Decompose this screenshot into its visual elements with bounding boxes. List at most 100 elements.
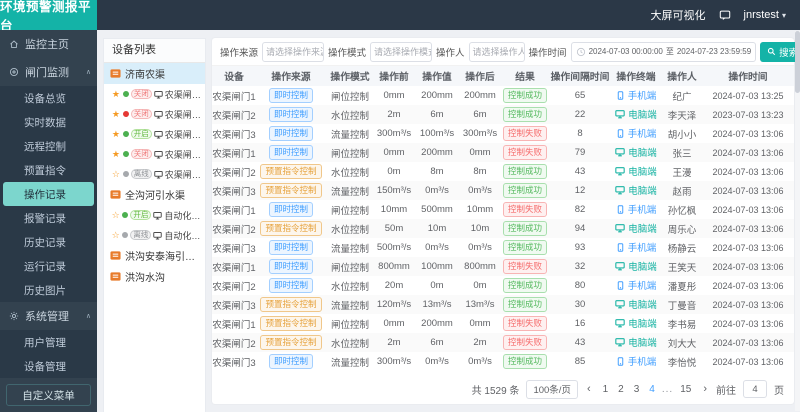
sidebar-submenu-item[interactable]: 历史记录 [0, 230, 97, 254]
pc-icon [615, 147, 625, 157]
device-icon [154, 90, 163, 99]
time-end-value[interactable]: 2024-07-23 23:59:59 [677, 47, 751, 56]
result-badge: 控制成功 [502, 297, 547, 312]
cell-terminal: 电脑端 [610, 297, 662, 312]
cell-operator: 丁曼音 [667, 300, 697, 312]
table-row: 农渠闸门3 预置指令控制 流量控制 150m³/s 0m³/s 0m³/s 控制… [212, 181, 794, 200]
terminal-indicator: 手机端 [616, 240, 656, 254]
sidebar-item-home[interactable]: 监控主页 [0, 30, 97, 58]
tree-device-row[interactable]: ☆ 开启 自动化闸... [104, 205, 205, 225]
cell-mode: 闸位控制 [330, 262, 369, 274]
page-button-3[interactable]: 3 [631, 384, 643, 395]
phone-icon [616, 91, 625, 100]
page-button-1[interactable]: 1 [600, 384, 612, 395]
tree-device-row[interactable]: ★ 关闭 农渠闸门4 [104, 144, 205, 164]
sidebar-submenu-item[interactable]: 设备管理 [0, 354, 97, 378]
pages-ellipsis[interactable]: ... [662, 384, 673, 395]
column-header: 操作时间 [728, 72, 768, 83]
result-badge: 控制成功 [502, 240, 547, 255]
cell-device: 农渠闸门1 [212, 319, 256, 331]
prev-page-button[interactable]: ‹ [585, 383, 593, 395]
status-dot [122, 151, 129, 157]
table-row: 农渠闸门1 预置指令控制 闸位控制 0mm 200mm 0mm 控制失败 16 … [212, 314, 794, 333]
sidebar-submenu-item[interactable]: 设备总览 [0, 86, 97, 110]
sidebar-submenu-item[interactable]: 操作记录 [3, 182, 94, 206]
message-icon[interactable] [719, 9, 731, 21]
cell-device: 农渠闸门1 [212, 148, 256, 160]
table-row: 农渠闸门3 预置指令控制 流量控制 120m³/s 13m³/s 13m³/s … [212, 295, 794, 314]
submenu-item-label: 实时数据 [24, 116, 66, 129]
favorite-star-icon[interactable]: ☆ [111, 169, 121, 180]
cell-device: 农渠闸门3 [212, 300, 256, 312]
cell-terminal: 电脑端 [610, 221, 662, 236]
device-icon [153, 211, 163, 220]
page-size-select[interactable]: 100条/页 [526, 379, 578, 399]
pc-icon [615, 261, 625, 271]
time-start-value[interactable]: 2024-07-03 00:00:00 [589, 47, 663, 56]
page-button-4[interactable]: 4 [646, 384, 658, 395]
user-menu[interactable]: jnrstest ▾ [744, 9, 786, 21]
tree-device-row[interactable]: ★ 关闭 农渠闸门1 [104, 84, 205, 104]
cell-mode: 流量控制 [330, 357, 369, 369]
cell-source: 即时控制 [256, 259, 326, 274]
window-scrollbar[interactable] [795, 31, 800, 411]
tree-group-row[interactable]: 洪沟安泰海引水渠 [104, 245, 205, 266]
favorite-star-icon[interactable]: ☆ [111, 230, 120, 241]
sidebar-submenu-item[interactable]: 运行记录 [0, 254, 97, 278]
favorite-star-icon[interactable]: ★ [111, 89, 121, 100]
source-select[interactable]: 请选择操作来源 ∨ [262, 41, 325, 62]
tree-group-row[interactable]: 全沟河引水渠 [104, 184, 205, 205]
sidebar-submenu-item[interactable]: 远程控制 [0, 134, 97, 158]
tree-group-row[interactable]: 济南农渠 [104, 63, 205, 84]
big-screen-link[interactable]: 大屏可视化 [651, 7, 706, 23]
menu-item-label: 闸门监测 [25, 67, 69, 79]
favorite-star-icon[interactable]: ★ [111, 129, 121, 140]
pc-icon [615, 185, 625, 195]
gate-state-badge: 离线 [130, 168, 152, 180]
sidebar-item-gear[interactable]: 系统管理 ∧ [0, 302, 97, 330]
page-button-2[interactable]: 2 [615, 384, 627, 395]
cell-after: 0m [473, 280, 487, 291]
tree-group-row[interactable]: 洪沟水沟 [104, 266, 205, 287]
column-header: 操作来源 [271, 72, 311, 83]
page-button-15[interactable]: 15 [677, 384, 694, 395]
phone-icon [616, 357, 625, 366]
cell-value: 100mm [421, 261, 453, 272]
cell-source: 即时控制 [256, 354, 326, 369]
favorite-star-icon[interactable]: ★ [111, 109, 121, 120]
tree-device-row[interactable]: ☆ 离线 农渠闸门5 [104, 164, 205, 184]
cell-mode: 闸位控制 [330, 148, 369, 160]
sidebar-submenu-item[interactable]: 报警记录 [0, 206, 97, 230]
tree-device-row[interactable]: ☆ 离线 自动化闸... [104, 225, 205, 245]
terminal-indicator: 电脑端 [615, 335, 657, 349]
custom-menu-button[interactable]: 自定义菜单 [6, 384, 91, 406]
mode-select[interactable]: 请选择操作模式 ∨ [370, 41, 433, 62]
favorite-star-icon[interactable]: ★ [111, 149, 121, 160]
operator-select[interactable]: 请选择操作人 ∨ [468, 41, 525, 62]
device-icon [154, 130, 163, 139]
favorite-star-icon[interactable]: ☆ [111, 210, 120, 221]
cell-device: 农渠闸门1 [212, 262, 256, 274]
sidebar-submenu-item[interactable]: 实时数据 [0, 110, 97, 134]
scrollbar-thumb[interactable] [795, 31, 800, 93]
terminal-indicator: 电脑端 [615, 164, 657, 178]
device-panel-title: 设备列表 [104, 39, 205, 63]
sidebar-submenu-item[interactable]: 预置指令 [0, 158, 97, 182]
sidebar-submenu-item[interactable]: 历史图片 [0, 278, 97, 302]
sidebar-item-gate[interactable]: 闸门监测 ∧ [0, 58, 97, 86]
terminal-indicator: 电脑端 [615, 107, 657, 121]
time-range-picker[interactable]: 2024-07-03 00:00:00 至 2024-07-23 23:59:5… [570, 41, 757, 62]
next-page-button[interactable]: › [701, 383, 709, 395]
tree-device-row[interactable]: ★ 开启 农渠闸门3 [104, 124, 205, 144]
cell-time: 2024-07-03 13:06 [712, 261, 784, 272]
tree-device-row[interactable]: ★ 关闭 农渠闸门2 [104, 104, 205, 124]
pc-icon [615, 318, 625, 328]
result-badge: 控制成功 [502, 354, 547, 369]
result-badge: 控制失败 [502, 259, 547, 274]
table-row: 农渠闸门2 即时控制 水位控制 20m 0m 0m 控制成功 80 手机端 潘夏… [212, 276, 794, 295]
cell-value: 0m³/s [425, 185, 449, 196]
goto-page-input[interactable] [743, 380, 767, 398]
terminal-indicator: 电脑端 [615, 259, 657, 273]
sidebar-submenu-item[interactable]: 用户管理 [0, 330, 97, 354]
gate-state-badge: 关闭 [130, 88, 152, 100]
